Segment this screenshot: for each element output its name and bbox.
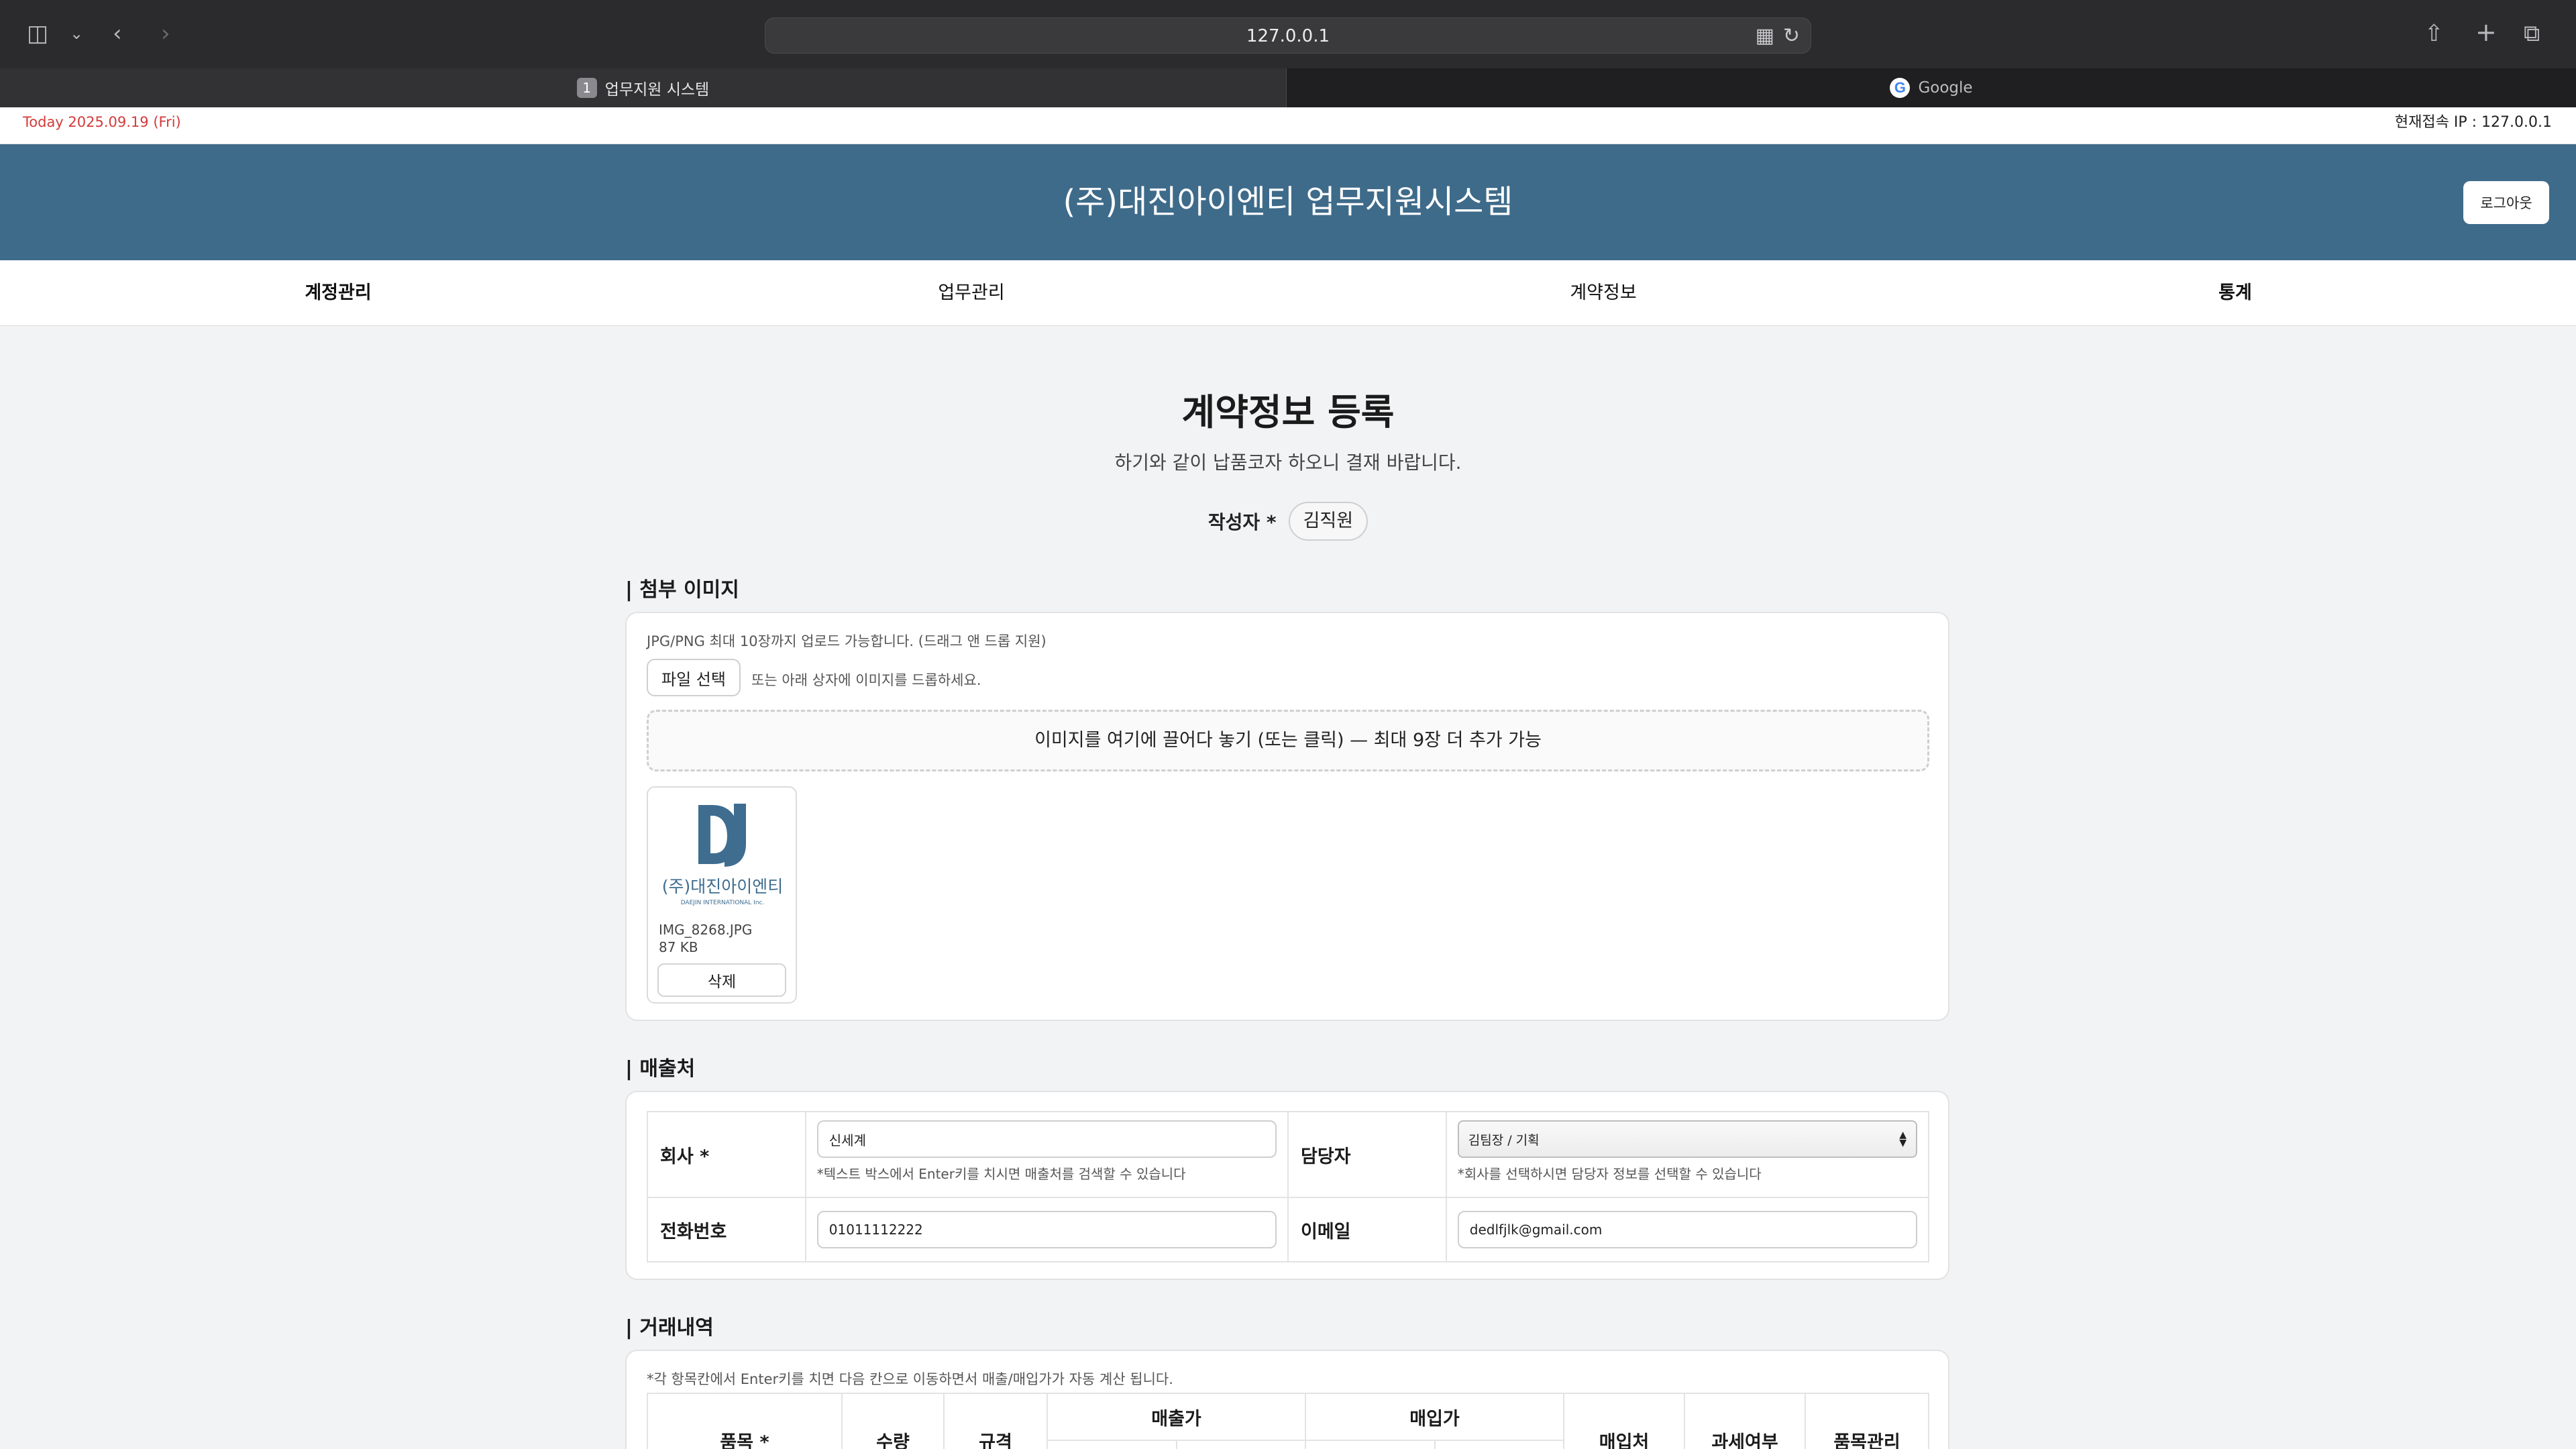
company-input[interactable] <box>816 1120 1277 1158</box>
site-title: (주)대진아이엔티 업무지원시스템 <box>1063 183 1513 221</box>
manager-select[interactable]: 김팀장 / 기획 ▲ ▼ <box>1457 1120 1917 1158</box>
nav-item-stats[interactable]: 통계 <box>1913 260 2557 326</box>
info-bar: Today 2025.09.19 (Fri) 현재접속 IP : 127.0.0… <box>0 107 2576 144</box>
share-icon[interactable]: ⇧ <box>2424 20 2444 47</box>
image-dropzone[interactable]: 이미지를 여기에 끌어다 놓기 (또는 클릭) — 최대 9장 더 추가 가능 <box>647 710 1929 771</box>
col-qty: 수량 <box>841 1393 945 1449</box>
tab-strip: 1 업무지원 시스템 G Google <box>0 68 2576 107</box>
attachments-section-title: | 첨부 이미지 <box>625 578 739 602</box>
file-size: 87 KB <box>659 939 698 955</box>
page-title: 계약정보 등록 <box>1181 391 1395 433</box>
trades-card: *각 항목칸에서 Enter키를 치면 다음 칸으로 이동하면서 매출/매입가가… <box>625 1350 1949 1449</box>
col-sale-sub-2 <box>1175 1440 1306 1449</box>
col-purchase-price: 매입가 <box>1305 1393 1564 1441</box>
company-hint: *텍스트 박스에서 Enter키를 치시면 매출처를 검색할 수 있습니다 <box>816 1166 1186 1182</box>
logout-button[interactable]: 로그아웃 <box>2463 181 2549 224</box>
email-label: 이메일 <box>1287 1197 1447 1263</box>
drop-hint: 또는 아래 상자에 이미지를 드롭하세요. <box>751 672 981 688</box>
reload-icon[interactable]: ↻ <box>1783 23 1800 50</box>
col-sale-price: 매출가 <box>1046 1393 1306 1441</box>
site-header: (주)대진아이엔티 업무지원시스템 로그아웃 <box>0 144 2576 260</box>
svg-text:(주)대진아이엔티: (주)대진아이엔티 <box>662 877 784 896</box>
col-purchase-sub-2 <box>1434 1440 1564 1449</box>
delete-image-button[interactable]: 삭제 <box>657 963 786 997</box>
browser-toolbar: ◫ ⌄ ‹ › 127.0.0.1 ▦ ↻ ⇧ + ⧉ <box>0 0 2576 68</box>
main-nav: 계정관리 업무관리 계약정보 통계 <box>0 260 2576 326</box>
back-arrow-icon[interactable]: ‹ <box>113 20 122 47</box>
image-thumbnail: (주)대진아이엔티 DAEJIN INTERNATIONAL Inc. IMG_… <box>647 786 797 1004</box>
manager-label: 담당자 <box>1287 1111 1447 1198</box>
col-item-manage: 품목관리 <box>1805 1393 1929 1449</box>
col-item: 품목 * <box>647 1393 843 1449</box>
url-text: 127.0.0.1 <box>1246 26 1330 46</box>
chevron-down-icon[interactable]: ⌄ <box>70 20 83 47</box>
today-date: Today 2025.09.19 (Fri) <box>23 114 181 130</box>
manager-hint: *회사를 선택하시면 담당자 정보를 선택할 수 있습니다 <box>1457 1166 1762 1182</box>
nav-item-work[interactable]: 업무관리 <box>649 260 1293 326</box>
company-logo-image: (주)대진아이엔티 DAEJIN INTERNATIONAL Inc. <box>662 804 784 906</box>
col-spec: 규격 <box>943 1393 1048 1449</box>
company-label: 회사 * <box>647 1111 806 1198</box>
forward-arrow-icon[interactable]: › <box>161 20 170 47</box>
attachments-card: JPG/PNG 최대 10장까지 업로드 가능합니다. (드래그 앤 드롭 지원… <box>625 612 1949 1021</box>
tab-google[interactable]: G Google <box>1287 68 2576 107</box>
tab-business-system[interactable]: 1 업무지원 시스템 <box>0 68 1287 107</box>
manager-selected-value: 김팀장 / 기획 <box>1468 1132 1540 1148</box>
page-subtitle: 하기와 같이 납품코자 하오니 결재 바랍니다. <box>1114 451 1462 474</box>
seller-section-title: | 매출처 <box>625 1057 696 1081</box>
trades-hint: *각 항목칸에서 Enter키를 치면 다음 칸으로 이동하면서 매출/매입가가… <box>647 1371 1173 1387</box>
author-chip: 김직원 <box>1288 502 1368 541</box>
tab-overview-icon[interactable]: ⧉ <box>2524 20 2540 47</box>
seller-card: 회사 * *텍스트 박스에서 Enter키를 치시면 매출처를 검색할 수 있습… <box>625 1091 1949 1280</box>
sidebar-toggle-icon[interactable]: ◫ <box>27 20 48 47</box>
author-label: 작성자 * <box>1208 511 1277 533</box>
phone-input[interactable] <box>816 1211 1277 1248</box>
file-name: IMG_8268.JPG <box>659 922 753 938</box>
col-tax: 과세여부 <box>1684 1393 1806 1449</box>
tab-label: Google <box>1918 79 1973 97</box>
col-purchase-sub-1 <box>1305 1440 1436 1449</box>
address-bar[interactable]: 127.0.0.1 ▦ ↻ <box>765 17 1811 54</box>
nav-item-contract[interactable]: 계약정보 <box>1281 260 1925 326</box>
author-row: 작성자 * 김직원 <box>0 502 2576 541</box>
select-arrows-icon: ▲ ▼ <box>1899 1130 1907 1148</box>
new-tab-icon[interactable]: + <box>2475 19 2497 46</box>
current-ip: 현재접속 IP : 127.0.0.1 <box>2394 114 2552 131</box>
col-vendor: 매입처 <box>1563 1393 1685 1449</box>
translate-icon[interactable]: ▦ <box>1756 23 1774 50</box>
file-select-button[interactable]: 파일 선택 <box>647 659 741 696</box>
nav-item-account[interactable]: 계정관리 <box>16 260 660 326</box>
seller-table: 회사 * *텍스트 박스에서 Enter키를 치시면 매출처를 검색할 수 있습… <box>647 1111 1930 1263</box>
col-sale-sub-1 <box>1046 1440 1177 1449</box>
trades-table: 품목 * 수량 규격 매출가 매입가 매입처 과세여부 품목관리 <box>647 1393 1929 1449</box>
svg-text:DAEJIN INTERNATIONAL Inc.: DAEJIN INTERNATIONAL Inc. <box>681 900 765 906</box>
upload-limit-hint: JPG/PNG 최대 10장까지 업로드 가능합니다. (드래그 앤 드롭 지원… <box>647 633 1046 649</box>
google-icon: G <box>1890 78 1911 98</box>
phone-label: 전화번호 <box>647 1197 806 1263</box>
email-input[interactable] <box>1457 1211 1917 1248</box>
tab-number-badge: 1 <box>576 78 597 98</box>
tab-label: 업무지원 시스템 <box>604 81 710 99</box>
trades-section-title: | 거래내역 <box>625 1316 714 1340</box>
